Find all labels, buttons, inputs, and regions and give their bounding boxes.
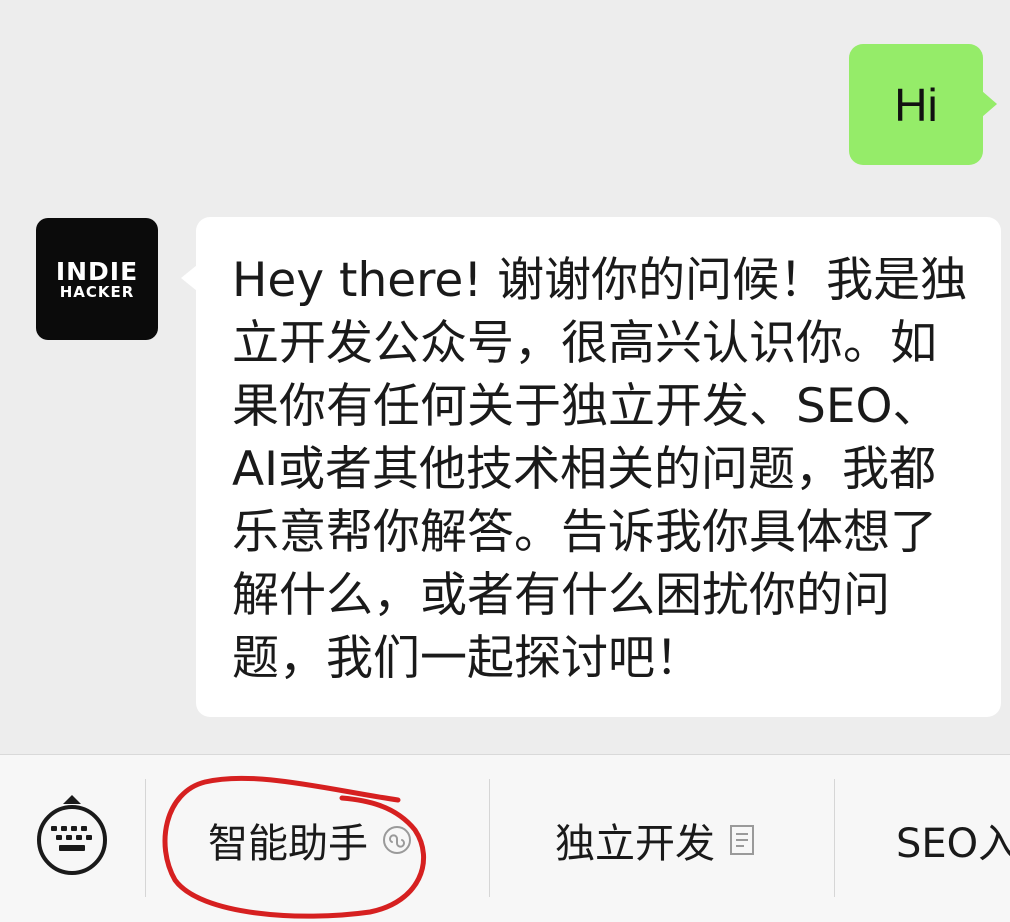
menu-bar: 智能助手 独立开发 SEO入 bbox=[0, 754, 1010, 922]
incoming-message-text: Hey there! 谢谢你的问候！我是独立开发公众号，很高兴认识你。如果你有任… bbox=[232, 253, 968, 686]
chat-screen: Hi INDIE HACKER Hey there! 谢谢你的问候！我是独立开发… bbox=[0, 0, 1010, 922]
outgoing-message-bubble[interactable]: Hi bbox=[849, 44, 997, 165]
menu-item-indie-dev[interactable]: 独立开发 bbox=[555, 805, 755, 875]
document-icon bbox=[729, 824, 755, 856]
menu-item-label: 智能助手 bbox=[208, 821, 368, 867]
incoming-message-bubble[interactable]: Hey there! 谢谢你的问候！我是独立开发公众号，很高兴认识你。如果你有任… bbox=[181, 217, 1001, 717]
avatar-logo-line2: HACKER bbox=[59, 282, 135, 301]
mini-program-icon bbox=[382, 825, 412, 855]
menu-item-label: SEO入 bbox=[896, 821, 1010, 867]
menu-divider bbox=[489, 779, 490, 897]
caret-up-icon bbox=[63, 795, 81, 804]
avatar-logo-line1: INDIE bbox=[55, 256, 139, 286]
menu-divider bbox=[834, 779, 835, 897]
keyboard-glyph bbox=[51, 826, 92, 851]
menu-divider bbox=[145, 779, 146, 897]
menu-item-smart-assistant[interactable]: 智能助手 bbox=[208, 805, 412, 875]
avatar[interactable]: INDIE HACKER bbox=[36, 218, 158, 340]
menu-item-label: 独立开发 bbox=[555, 821, 715, 867]
menu-item-seo[interactable]: SEO入 bbox=[896, 805, 1010, 875]
outgoing-message-text: Hi bbox=[894, 78, 938, 131]
keyboard-icon[interactable] bbox=[37, 805, 107, 875]
